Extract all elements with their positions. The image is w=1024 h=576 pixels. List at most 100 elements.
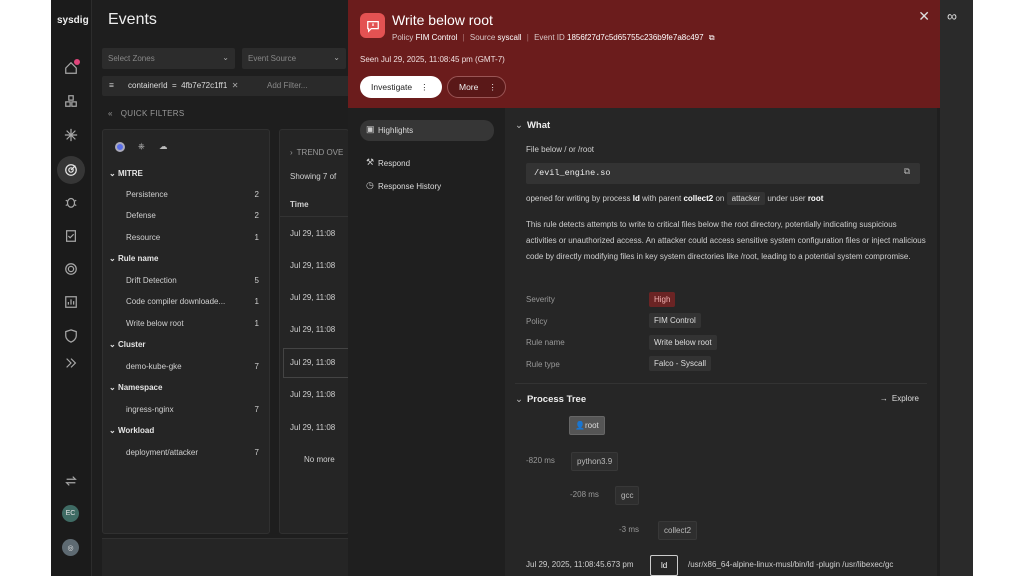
more-label: More bbox=[459, 82, 479, 92]
filter-bar[interactable]: ≡ containerId = 4fb7e72c1ff1 ✕ Add Filte… bbox=[102, 76, 352, 96]
group-rule-name[interactable]: ⌄ Rule name bbox=[103, 254, 271, 263]
integrations-icon[interactable] bbox=[62, 472, 80, 490]
infinity-icon[interactable]: ∞ bbox=[947, 8, 957, 24]
field-label: Severity bbox=[526, 295, 555, 304]
nav-response-history[interactable]: ◷ Response History bbox=[360, 176, 494, 197]
user-avatar[interactable]: EC bbox=[62, 505, 79, 522]
copy-icon[interactable]: ⧉ bbox=[904, 167, 910, 177]
chevron-down-icon: ⌄ bbox=[515, 394, 523, 405]
kebab-icon: ⋮ bbox=[488, 81, 497, 92]
what-section-header[interactable]: ⌄ What bbox=[515, 120, 550, 131]
table-row[interactable]: Jul 29, 11:08 bbox=[290, 325, 335, 334]
process-name[interactable]: ld bbox=[633, 194, 640, 203]
filter-chip[interactable]: containerId = 4fb7e72c1ff1 ✕ bbox=[128, 81, 238, 90]
nav-label: Highlights bbox=[378, 126, 414, 135]
all-sources-icon[interactable] bbox=[115, 142, 125, 152]
rule-name-tag[interactable]: Write below root bbox=[649, 335, 717, 350]
host-tag[interactable]: attacker bbox=[726, 192, 766, 205]
quick-filters-header[interactable]: « QUICK FILTERS bbox=[108, 109, 185, 118]
kubernetes-icon[interactable]: ⎈ bbox=[138, 141, 145, 152]
chevron-down-icon: ⌄ bbox=[222, 53, 229, 62]
severity-badge: High bbox=[649, 292, 676, 307]
table-row[interactable]: Jul 29, 11:08 bbox=[290, 390, 335, 399]
file-path: /evil_engine.so bbox=[534, 168, 611, 178]
process-tree-header[interactable]: ⌄ Process Tree bbox=[515, 394, 586, 405]
filter-item[interactable]: Defense 2 bbox=[103, 211, 271, 220]
group-namespace[interactable]: ⌄ Namespace bbox=[103, 383, 271, 392]
cloud-icon[interactable]: ☁ bbox=[159, 141, 168, 152]
process-node[interactable]: python3.9 bbox=[571, 452, 619, 471]
group-cluster[interactable]: ⌄ Cluster bbox=[103, 340, 271, 349]
table-row-selected[interactable]: Jul 29, 11:08 bbox=[290, 358, 335, 367]
table-row[interactable]: Jul 29, 11:08 bbox=[290, 229, 335, 238]
user-name[interactable]: root bbox=[808, 194, 824, 203]
event-detail-drawer: Write below root Policy FIM Control | So… bbox=[348, 0, 940, 576]
zones-placeholder: Select Zones bbox=[108, 54, 155, 63]
event-title: Write below root bbox=[392, 12, 493, 28]
file-line: File below / or /root bbox=[526, 145, 595, 154]
no-more-text: No more bbox=[304, 455, 335, 464]
group-mitre[interactable]: ⌄ MITRE bbox=[103, 169, 271, 178]
filter-item[interactable]: Code compiler downloade... 1 bbox=[103, 297, 271, 306]
nav-label: Respond bbox=[378, 159, 411, 168]
events-table-panel: › TREND OVE Showing 7 of Time Jul 29, 11:… bbox=[279, 129, 349, 534]
source-select[interactable]: Event Source ⌄ bbox=[242, 48, 346, 69]
copy-icon[interactable]: ⧉ bbox=[709, 33, 715, 42]
fingerprint-icon[interactable] bbox=[62, 260, 80, 278]
trend-toggle[interactable]: › TREND OVE bbox=[290, 148, 343, 157]
process-command: /usr/x86_64-alpine-linux-musl/bin/ld -pl… bbox=[688, 560, 894, 569]
threats-icon[interactable] bbox=[57, 156, 85, 184]
process-node-root[interactable]: 👤root bbox=[569, 416, 605, 435]
filter-item[interactable]: deployment/attacker 7 bbox=[103, 448, 271, 457]
table-row[interactable]: Jul 29, 11:08 bbox=[290, 293, 335, 302]
sparkle-icon[interactable] bbox=[62, 126, 80, 144]
close-icon[interactable]: ✕ bbox=[918, 8, 930, 25]
kebab-icon: ⋮ bbox=[420, 81, 429, 92]
event-id-label: Event ID bbox=[534, 33, 565, 42]
add-filter-input[interactable]: Add Filter... bbox=[267, 81, 307, 90]
expand-icon[interactable] bbox=[62, 354, 80, 372]
right-strip: ∞ bbox=[940, 0, 973, 576]
bug-icon[interactable] bbox=[62, 193, 80, 211]
explore-link[interactable]: → Explore bbox=[880, 394, 919, 403]
filter-item[interactable]: Resource 1 bbox=[103, 233, 271, 242]
table-row[interactable]: Jul 29, 11:08 bbox=[290, 261, 335, 270]
event-meta: Policy FIM Control | Source syscall | Ev… bbox=[392, 33, 715, 42]
policy-tag[interactable]: FIM Control bbox=[649, 313, 701, 328]
filter-item[interactable]: demo-kube-gke 7 bbox=[103, 362, 271, 371]
process-node[interactable]: collect2 bbox=[658, 521, 698, 540]
table-row[interactable]: Jul 29, 11:08 bbox=[290, 423, 335, 432]
filter-item[interactable]: Drift Detection 5 bbox=[103, 276, 271, 285]
events-page: Events Select Zones ⌄ Event Source ⌄ ≡ con… bbox=[92, 0, 352, 576]
rule-type-tag[interactable]: Falco - Syscall bbox=[649, 356, 712, 371]
nav-highlights[interactable]: ▣ Highlights bbox=[360, 120, 494, 141]
filter-item[interactable]: ingress-nginx 7 bbox=[103, 405, 271, 414]
group-workload[interactable]: ⌄ Workload bbox=[103, 426, 271, 435]
collapse-icon[interactable]: « bbox=[108, 109, 113, 118]
home-icon[interactable] bbox=[62, 59, 80, 77]
field-label: Policy bbox=[526, 317, 548, 326]
process-node[interactable]: gcc bbox=[615, 486, 640, 505]
inventory-icon[interactable] bbox=[62, 92, 80, 110]
zones-select[interactable]: Select Zones ⌄ bbox=[102, 48, 235, 69]
shield-icon[interactable] bbox=[62, 327, 80, 345]
filter-item[interactable]: Persistence 2 bbox=[103, 190, 271, 199]
investigate-button[interactable]: Investigate ⋮ bbox=[360, 76, 442, 98]
time-column-header[interactable]: Time bbox=[290, 200, 309, 209]
help-icon[interactable]: ◎ bbox=[62, 539, 79, 556]
seen-timestamp: Seen Jul 29, 2025, 11:08:45 pm (GMT-7) bbox=[360, 55, 505, 64]
parent-process[interactable]: collect2 bbox=[683, 194, 713, 203]
detail-content: ⌄ What File below / or /root /evil_engine… bbox=[505, 108, 937, 576]
chip-op: = bbox=[172, 81, 177, 90]
chart-icon[interactable] bbox=[62, 293, 80, 311]
page-title: Events bbox=[108, 11, 157, 28]
compliance-icon[interactable] bbox=[62, 227, 80, 245]
filter-item[interactable]: Write below root 1 bbox=[103, 319, 271, 328]
nav-respond[interactable]: ⚒ Respond bbox=[360, 153, 494, 174]
event-type-icon bbox=[360, 13, 385, 38]
notification-dot bbox=[74, 59, 80, 65]
policy-label: Policy bbox=[392, 33, 414, 42]
remove-chip-icon[interactable]: ✕ bbox=[232, 81, 239, 90]
more-button[interactable]: More ⋮ bbox=[447, 76, 506, 98]
process-node-ld[interactable]: ld bbox=[650, 555, 679, 576]
